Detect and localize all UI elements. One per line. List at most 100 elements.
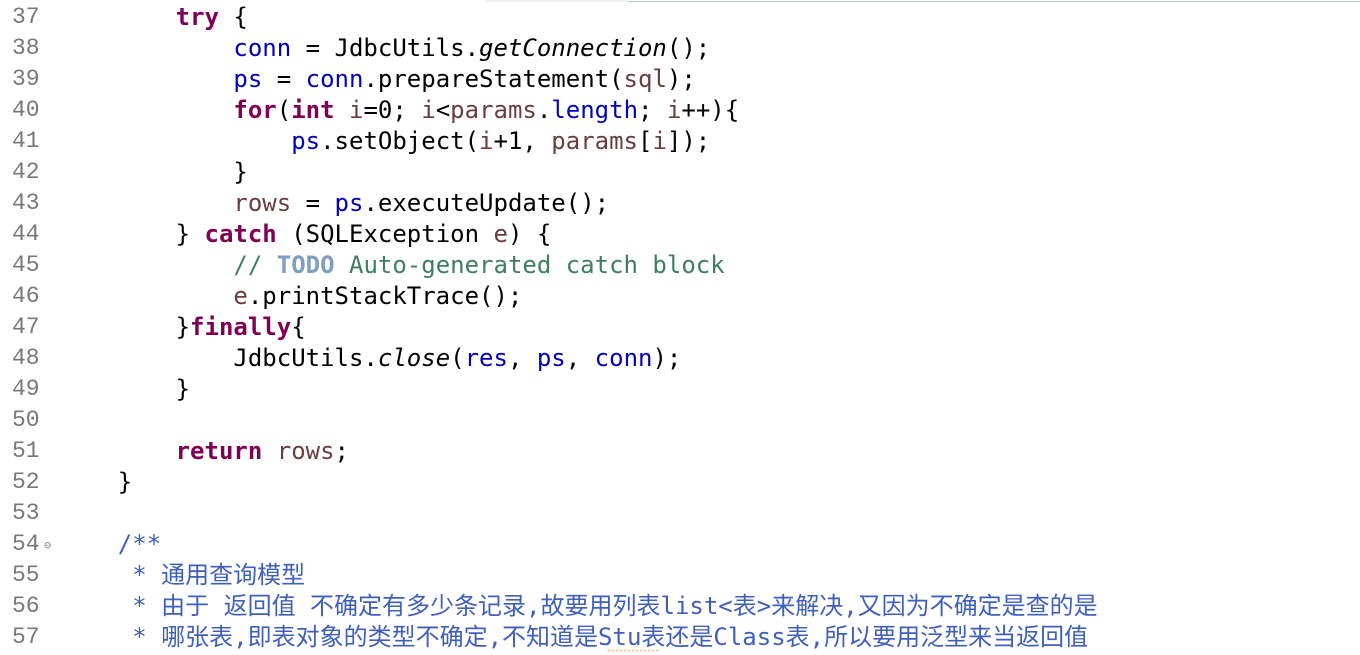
- code-token: }: [175, 220, 205, 248]
- code-token: rows: [233, 189, 292, 217]
- code-text: // TODO Auto-generated catch block: [60, 250, 725, 281]
- code-token: {: [218, 3, 248, 31]
- code-token: params: [551, 127, 638, 155]
- code-token: =0;: [363, 96, 422, 124]
- code-token: res: [464, 344, 508, 372]
- code-token: * 哪张表,即表对象的类型不确定,不知道是Stu表还是Class表,所以要用泛型…: [132, 623, 1089, 651]
- code-token: .setObject(: [320, 127, 480, 155]
- line-number: 39: [12, 66, 40, 92]
- code-token: }: [233, 158, 248, 186]
- code-token: rows: [276, 437, 335, 465]
- code-editor[interactable]: 37 try {38 conn = JdbcUtils.getConnectio…: [0, 0, 1360, 655]
- code-token: params: [450, 96, 537, 124]
- code-token: ) {: [507, 220, 552, 248]
- line-number: 56: [12, 593, 40, 619]
- code-token: Auto-generated catch block: [334, 251, 725, 279]
- spelling-warning-underline: [607, 649, 659, 652]
- line-number: 46: [12, 283, 40, 309]
- code-token: /**: [117, 530, 162, 558]
- code-token: ps: [536, 344, 566, 372]
- code-token: i: [666, 96, 682, 124]
- code-text: * 通用查询模型: [60, 560, 305, 591]
- code-token: ++){: [681, 96, 740, 124]
- code-text: return rows;: [60, 436, 349, 467]
- code-token: ();: [666, 34, 711, 62]
- line-number: 43: [12, 190, 40, 216]
- code-token: .printStackTrace();: [247, 282, 523, 310]
- code-token: JdbcUtils.: [233, 344, 378, 372]
- line-number: 52: [12, 469, 40, 495]
- code-text: e.printStackTrace();: [60, 281, 522, 312]
- line-number: 50: [12, 407, 40, 433]
- code-token: e: [493, 220, 508, 248]
- code-token: ps: [233, 65, 263, 93]
- code-token: .executeUpdate();: [363, 189, 610, 217]
- line-number: 41: [12, 128, 40, 154]
- code-text: }: [60, 467, 132, 498]
- code-token: ;: [334, 437, 349, 465]
- code-token: sql: [623, 65, 667, 93]
- code-token: ]);: [666, 127, 711, 155]
- code-token: =: [291, 189, 335, 217]
- code-token: .prepareStatement(: [363, 65, 624, 93]
- code-token: conn: [233, 34, 292, 62]
- code-token: TODO: [276, 251, 335, 279]
- code-text: rows = ps.executeUpdate();: [60, 188, 609, 219]
- line-number: 42: [12, 159, 40, 185]
- code-token: +1,: [493, 127, 552, 155]
- code-token: }: [117, 468, 133, 496]
- code-token: conn: [305, 65, 364, 93]
- line-number: 57: [12, 624, 40, 650]
- line-number: 38: [12, 35, 40, 61]
- line-number: 47: [12, 314, 40, 340]
- code-token: i: [652, 127, 667, 155]
- code-token: getConnection: [479, 34, 667, 62]
- line-number: 55: [12, 562, 40, 588]
- code-text: }finally{: [60, 312, 306, 343]
- line-number: 44: [12, 221, 40, 247]
- code-text: ps.setObject(i+1, params[i]);: [60, 126, 710, 157]
- code-token: =: [262, 65, 306, 93]
- code-token: * 通用查询模型: [132, 561, 306, 589]
- line-number: 45: [12, 252, 40, 278]
- code-text: /**: [60, 529, 161, 560]
- code-token: (SQLException: [276, 220, 494, 248]
- code-text: conn = JdbcUtils.getConnection();: [60, 33, 710, 64]
- code-token: * 由于 返回值 不确定有多少条记录,故要用列表list<表>来解决,又因为不确…: [132, 592, 1098, 620]
- code-token: ,: [565, 344, 595, 372]
- code-token: );: [652, 344, 682, 372]
- code-token: = JdbcUtils.: [291, 34, 480, 62]
- code-token: ;: [638, 96, 667, 124]
- fold-collapse-icon[interactable]: ⊖: [44, 529, 51, 562]
- code-text: for(int i=0; i<params.length; i++){: [60, 95, 739, 126]
- code-token: i: [479, 127, 494, 155]
- code-token: return: [175, 437, 263, 465]
- code-token: }: [175, 313, 191, 341]
- code-token: //: [233, 251, 277, 279]
- code-token: {: [291, 313, 306, 341]
- line-number: 51: [12, 438, 40, 464]
- code-token: }: [175, 375, 191, 403]
- code-token: [: [638, 127, 653, 155]
- code-token: i: [349, 96, 364, 124]
- code-token: catch: [204, 220, 277, 248]
- code-token: for: [233, 96, 277, 124]
- code-token: close: [377, 344, 451, 372]
- code-text: * 由于 返回值 不确定有多少条记录,故要用列表list<表>来解决,又因为不确…: [60, 591, 1098, 622]
- line-number: 48: [12, 345, 40, 371]
